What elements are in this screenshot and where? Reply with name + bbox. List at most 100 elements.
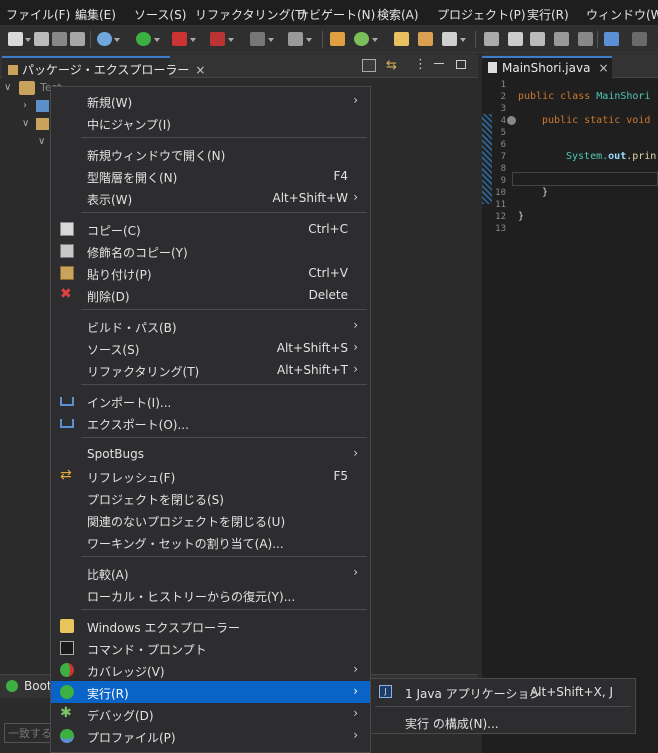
menu-item-label: リフレッシュ(F)	[87, 471, 176, 485]
submenu-item-label: 実行 の構成(N)...	[405, 717, 499, 731]
boot-dashboard-tab[interactable]: Boot	[24, 679, 52, 693]
chevron-down-icon[interactable]: ∨	[22, 118, 29, 129]
block-select-icon[interactable]	[554, 32, 569, 46]
submenu-item-java-application[interactable]: J 1 Java アプリケーション Alt+Shift+X, J	[371, 681, 635, 703]
code-line-12[interactable]: }	[518, 211, 524, 222]
menu-item-restore-local-history[interactable]: ローカル・ヒストリーからの復元(Y)...	[51, 584, 370, 606]
menu-item-refactor[interactable]: リファクタリング(T) Alt+Shift+T ›	[51, 359, 370, 381]
chevron-right-icon: ›	[353, 565, 358, 579]
editor-tabbar: MainShori.java ×	[482, 54, 658, 78]
code-line-11[interactable]: }	[542, 187, 548, 198]
refresh-icon: ⇄	[60, 467, 72, 483]
line-number: 12	[495, 212, 506, 222]
save-all-icon[interactable]	[52, 32, 67, 46]
open-type-icon[interactable]	[394, 32, 409, 46]
highlight-icon[interactable]	[508, 32, 523, 46]
close-icon[interactable]: ×	[598, 61, 608, 75]
menu-item-run[interactable]: 実行(R) ›	[51, 681, 370, 703]
pen-icon[interactable]	[442, 32, 457, 46]
line-number: 1	[500, 80, 506, 90]
toolbar	[0, 26, 658, 53]
menu-item-paste[interactable]: 貼り付け(P) Ctrl+V	[51, 262, 370, 284]
show-whitespace-icon[interactable]	[578, 32, 593, 46]
submenu-item-run-configurations[interactable]: 実行 の構成(N)...	[371, 711, 635, 733]
menu-refactor[interactable]: リファクタリング(T)	[195, 6, 307, 23]
menu-file[interactable]: ファイル(F)	[6, 6, 70, 23]
menu-item-coverage[interactable]: カバレッジ(V) ›	[51, 659, 370, 681]
code-line-4[interactable]: public static void	[542, 115, 650, 126]
menu-item-show-in[interactable]: 表示(W) Alt+Shift+W ›	[51, 187, 370, 209]
line-number: 2	[500, 92, 506, 102]
external-tools-icon[interactable]	[210, 32, 225, 46]
print-icon[interactable]	[70, 32, 85, 46]
menu-item-open-type-hierarchy[interactable]: 型階層を開く(N) F4	[51, 165, 370, 187]
menu-item-shortcut: Alt+Shift+W	[272, 191, 349, 205]
menu-separator	[81, 437, 367, 438]
chevron-down-icon[interactable]: ∨	[38, 136, 45, 147]
code-line-7[interactable]: System.out.prin	[566, 151, 656, 162]
submenu-item-shortcut: Alt+Shift+X, J	[529, 685, 613, 699]
menu-item-copy[interactable]: コピー(C) Ctrl+C	[51, 218, 370, 240]
menu-item-profile[interactable]: プロファイル(P) ›	[51, 725, 370, 747]
open-task-icon[interactable]	[418, 32, 433, 46]
menu-item-compare[interactable]: 比較(A) ›	[51, 562, 370, 584]
coverage-toolbar-icon[interactable]	[172, 32, 187, 46]
menu-item-windows-explorer[interactable]: Windows エクスプローラー	[51, 615, 370, 637]
minimize-icon[interactable]	[434, 63, 444, 64]
menu-navigate[interactable]: ナビゲート(N)	[297, 6, 375, 23]
menu-search[interactable]: 検索(A)	[377, 6, 419, 23]
new-class-icon[interactable]	[354, 32, 369, 46]
menu-item-export[interactable]: エクスポート(O)...	[51, 412, 370, 434]
menu-item-shortcut: Delete	[308, 288, 348, 302]
chevron-right-icon: ›	[353, 318, 358, 332]
menu-item-close-project[interactable]: プロジェクトを閉じる(S)	[51, 487, 370, 509]
delete-icon: ✖	[60, 286, 72, 302]
tab-package-explorer[interactable]: パッケージ・エクスプローラー ×	[2, 56, 205, 78]
fold-icon[interactable]	[507, 116, 516, 125]
annotation-icon[interactable]	[484, 32, 499, 46]
new-java-project-icon[interactable]	[330, 32, 345, 46]
menu-item-label: 比較(A)	[87, 568, 129, 582]
menu-item-spotbugs[interactable]: SpotBugs ›	[51, 443, 370, 465]
menu-item-close-unrelated[interactable]: 関連のないプロジェクトを閉じる(U)	[51, 509, 370, 531]
tab-mainshori-java[interactable]: MainShori.java ×	[482, 56, 612, 78]
menu-item-debug[interactable]: ✱ デバッグ(D) ›	[51, 703, 370, 725]
menu-edit[interactable]: 編集(E)	[75, 6, 116, 23]
menu-item-open-new-window[interactable]: 新規ウィンドウで開く(N)	[51, 143, 370, 165]
menu-run[interactable]: 実行(R)	[527, 6, 569, 23]
maximize-icon[interactable]	[456, 60, 466, 69]
menu-item-label: プロジェクトを閉じる(S)	[87, 493, 224, 507]
menu-item-copy-qualified-name[interactable]: 修飾名のコピー(Y)	[51, 240, 370, 262]
menu-window[interactable]: ウィンドウ(W)	[586, 6, 658, 23]
collapse-all-icon[interactable]	[362, 59, 376, 72]
close-icon[interactable]: ×	[195, 63, 205, 77]
menu-item-build-path[interactable]: ビルド・パス(B) ›	[51, 315, 370, 337]
save-icon[interactable]	[34, 32, 49, 46]
menu-item-new[interactable]: 新規(W) ›	[51, 90, 370, 112]
menu-item-delete[interactable]: ✖ 削除(D) Delete	[51, 284, 370, 306]
menu-item-refresh[interactable]: ⇄ リフレッシュ(F) F5	[51, 465, 370, 487]
connect-icon[interactable]	[288, 32, 303, 46]
link-editor-icon[interactable]: ⇆	[386, 58, 397, 73]
search-toolbar-icon[interactable]	[632, 32, 647, 46]
menu-project[interactable]: プロジェクト(P)	[437, 6, 526, 23]
perspective-icon[interactable]	[604, 32, 619, 46]
view-menu-icon[interactable]: ⋮	[414, 57, 427, 72]
run-toolbar-icon[interactable]	[136, 32, 151, 46]
menu-source[interactable]: ソース(S)	[134, 6, 186, 23]
debug-toolbar-icon[interactable]	[97, 32, 112, 46]
toggle-breadcrumb-icon[interactable]	[530, 32, 545, 46]
line-number: 13	[495, 224, 506, 234]
new-icon[interactable]	[8, 32, 23, 46]
line-number: 4	[500, 116, 506, 126]
menu-item-source[interactable]: ソース(S) Alt+Shift+S ›	[51, 337, 370, 359]
code-line-2[interactable]: public class MainShori	[518, 91, 650, 102]
chevron-down-icon[interactable]: ∨	[4, 82, 11, 93]
stop-icon[interactable]	[250, 32, 265, 46]
menu-item-go-into[interactable]: 中にジャンプ(I)	[51, 112, 370, 134]
chevron-right-icon[interactable]: ›	[23, 100, 27, 111]
menu-item-import[interactable]: インポート(I)...	[51, 390, 370, 412]
package-explorer-icon	[8, 65, 18, 75]
menu-item-command-prompt[interactable]: コマンド・プロンプト	[51, 637, 370, 659]
menu-item-assign-working-sets[interactable]: ワーキング・セットの割り当て(A)...	[51, 531, 370, 553]
